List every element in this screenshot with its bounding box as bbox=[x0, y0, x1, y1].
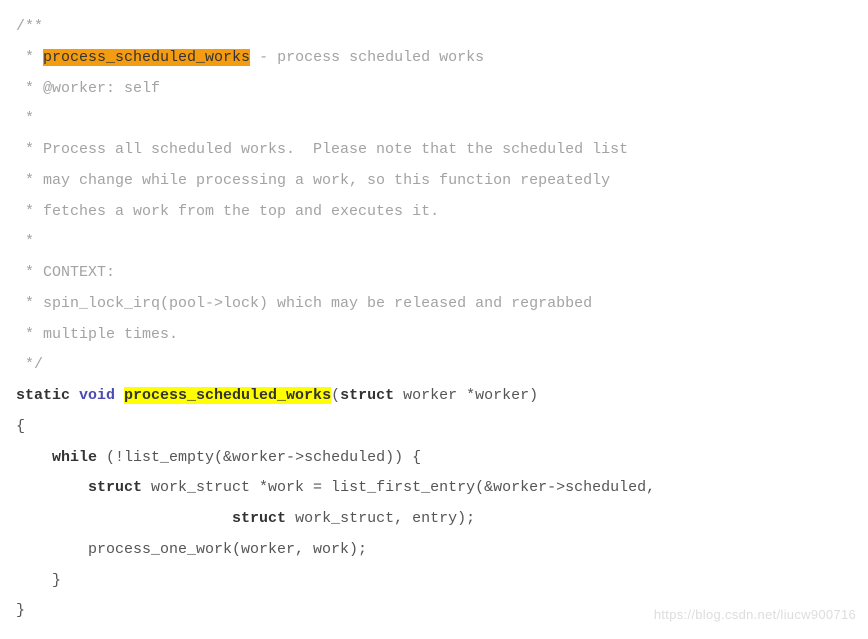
code-line: } bbox=[16, 572, 61, 589]
comment-line: * process_scheduled_works - process sche… bbox=[16, 49, 484, 66]
comment-line: * bbox=[16, 233, 34, 250]
comment-line: * fetches a work from the top and execut… bbox=[16, 203, 439, 220]
code-line: while (!list_empty(&worker->scheduled)) … bbox=[16, 449, 421, 466]
comment-line: /** bbox=[16, 18, 43, 35]
code-block: /** * process_scheduled_works - process … bbox=[16, 12, 852, 627]
highlight-fn-doc: process_scheduled_works bbox=[43, 49, 250, 66]
code-line: struct work_struct *work = list_first_en… bbox=[16, 479, 655, 496]
code-line: process_one_work(worker, work); bbox=[16, 541, 367, 558]
code-line: { bbox=[16, 418, 25, 435]
comment-line: * CONTEXT: bbox=[16, 264, 115, 281]
comment-line: * Process all scheduled works. Please no… bbox=[16, 141, 628, 158]
code-line: static void process_scheduled_works(stru… bbox=[16, 387, 538, 404]
comment-line: * multiple times. bbox=[16, 326, 178, 343]
highlight-fn-def: process_scheduled_works bbox=[124, 387, 331, 404]
comment-line: */ bbox=[16, 356, 43, 373]
code-line: struct work_struct, entry); bbox=[16, 510, 475, 527]
comment-line: * @worker: self bbox=[16, 80, 160, 97]
comment-line: * may change while processing a work, so… bbox=[16, 172, 610, 189]
code-line: } bbox=[16, 602, 25, 619]
watermark-text: https://blog.csdn.net/liucw900716 bbox=[654, 602, 856, 629]
comment-line: * spin_lock_irq(pool->lock) which may be… bbox=[16, 295, 592, 312]
comment-line: * bbox=[16, 110, 34, 127]
